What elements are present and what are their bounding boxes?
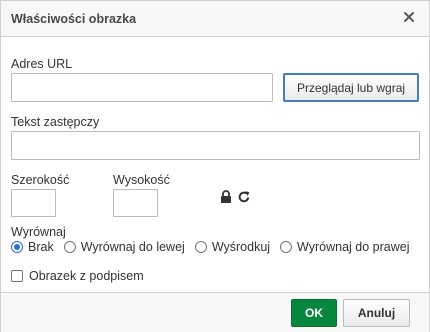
align-right-radio[interactable]	[280, 241, 293, 253]
alt-text-label: Tekst zastępczy	[11, 115, 100, 129]
align-none-label: Brak	[28, 240, 54, 254]
align-center-label: Wyśrodkuj	[211, 240, 271, 254]
caption-checkbox[interactable]	[11, 270, 23, 282]
caption-option[interactable]: Obrazek z podpisem	[11, 269, 144, 283]
align-center-radio[interactable]	[194, 241, 207, 253]
align-left-label: Wyrównaj do lewej	[80, 240, 185, 254]
lock-icon[interactable]	[220, 190, 232, 204]
alt-text-input[interactable]	[11, 131, 420, 160]
height-label: Wysokość	[113, 173, 170, 187]
browse-upload-label: Przeglądaj lub wgraj	[296, 80, 406, 95]
reset-icon[interactable]	[237, 190, 251, 204]
height-input[interactable]	[113, 189, 158, 217]
close-icon[interactable]	[402, 10, 416, 24]
url-label: Adres URL	[11, 57, 73, 71]
dialog-titlebar: Właściwości obrazka	[1, 1, 429, 37]
ok-label: OK	[305, 306, 323, 320]
width-input[interactable]	[11, 189, 56, 217]
align-right-option[interactable]: Wyrównaj do prawej	[280, 240, 409, 254]
align-label: Wyrównaj	[11, 225, 66, 239]
image-properties-dialog: Właściwości obrazka Adres URL Przeglądaj…	[0, 0, 430, 332]
browse-upload-button[interactable]: Przeglądaj lub wgraj	[283, 73, 419, 102]
cancel-button[interactable]: Anuluj	[343, 299, 410, 327]
align-left-radio[interactable]	[63, 241, 76, 253]
ok-button[interactable]: OK	[291, 299, 337, 327]
cancel-label: Anuluj	[357, 306, 396, 320]
url-input[interactable]	[11, 73, 273, 102]
align-right-label: Wyrównaj do prawej	[297, 240, 410, 254]
width-label: Szerokość	[11, 173, 70, 187]
align-left-option[interactable]: Wyrównaj do lewej	[63, 240, 185, 254]
align-radio-group: Brak Wyrównaj do lewej Wyśrodkuj Wyrówna…	[11, 240, 409, 254]
align-none-option[interactable]: Brak	[11, 240, 54, 254]
align-none-radio[interactable]	[11, 241, 23, 253]
align-center-option[interactable]: Wyśrodkuj	[194, 240, 271, 254]
caption-label: Obrazek z podpisem	[29, 269, 144, 283]
dialog-title: Właściwości obrazka	[11, 12, 137, 26]
